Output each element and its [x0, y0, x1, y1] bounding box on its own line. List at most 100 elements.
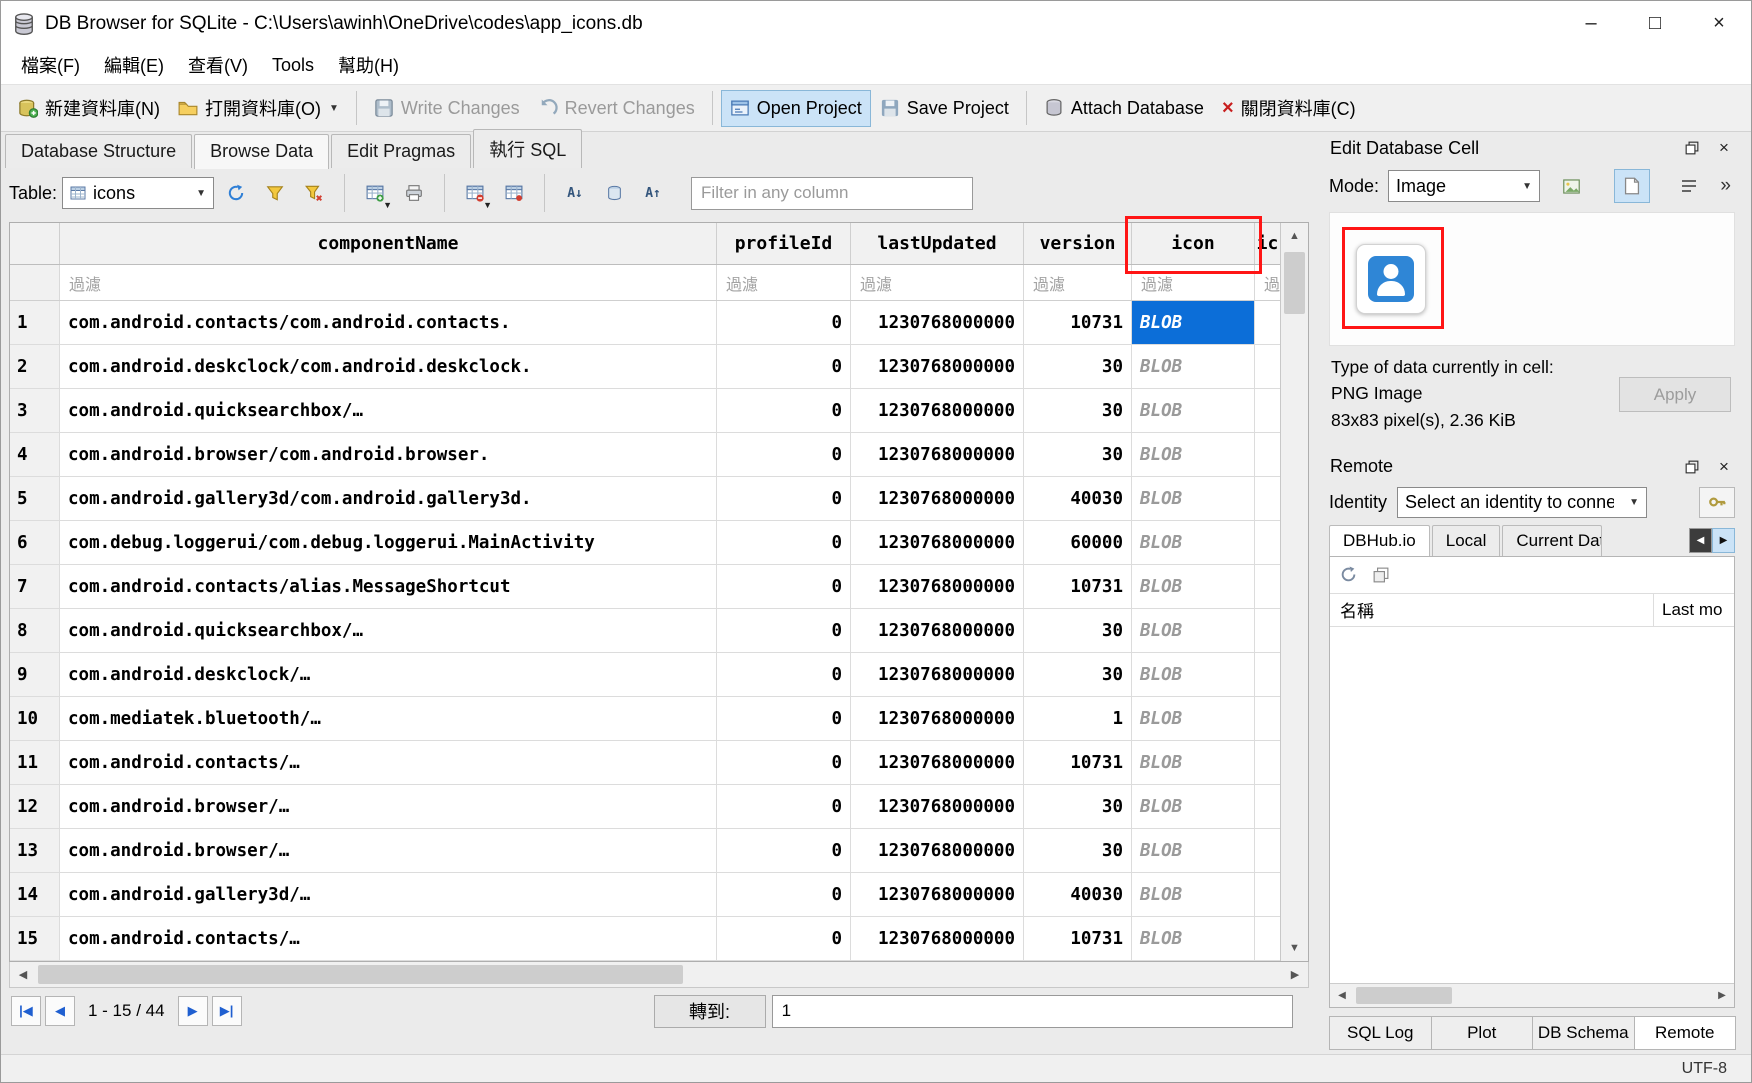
delete-record-caret-icon[interactable]: ▼ [483, 200, 492, 210]
insert-record-caret-icon[interactable]: ▼ [383, 200, 392, 210]
profileId-cell[interactable]: 0 [717, 301, 851, 344]
icon-cell[interactable]: BLOB [1132, 653, 1255, 696]
duplicate-record-button[interactable] [497, 176, 531, 210]
overflow-cell[interactable] [1255, 345, 1280, 388]
row-number-cell[interactable]: 10 [10, 697, 60, 740]
row-number-cell[interactable]: 2 [10, 345, 60, 388]
profileId-cell[interactable]: 0 [717, 389, 851, 432]
column-header-version[interactable]: version [1024, 223, 1132, 264]
menu-edit[interactable]: 編輯(E) [92, 47, 176, 83]
filter-profileId[interactable]: 過濾 [717, 265, 851, 300]
row-number-cell[interactable]: 5 [10, 477, 60, 520]
open-database-dropdown-icon[interactable]: ▼ [329, 103, 339, 114]
tab-execute-sql[interactable]: 執行 SQL [473, 129, 582, 168]
lastUpdated-cell[interactable]: 1230768000000 [851, 873, 1024, 916]
next-page-button[interactable]: ▶ [178, 996, 208, 1026]
componentName-cell[interactable]: com.android.browser/… [60, 785, 717, 828]
row-number-cell[interactable]: 14 [10, 873, 60, 916]
insert-record-button[interactable]: ▼ [358, 176, 392, 210]
row-number-cell[interactable]: 3 [10, 389, 60, 432]
scroll-up-icon[interactable]: ▲ [1281, 223, 1308, 249]
clear-filter-button[interactable] [297, 176, 331, 210]
row-number-cell[interactable]: 6 [10, 521, 60, 564]
maximize-button[interactable]: □ [1623, 1, 1687, 46]
componentName-cell[interactable]: com.android.contacts/alias.MessageShortc… [60, 565, 717, 608]
remote-column-name[interactable]: 名稱 [1330, 594, 1654, 626]
profileId-cell[interactable]: 0 [717, 873, 851, 916]
componentName-cell[interactable]: com.android.contacts/… [60, 917, 717, 960]
overflow-cell[interactable] [1255, 565, 1280, 608]
componentName-cell[interactable]: com.android.deskclock/com.android.deskcl… [60, 345, 717, 388]
delete-record-button[interactable]: ▼ [458, 176, 492, 210]
componentName-cell[interactable]: com.android.browser/com.android.browser. [60, 433, 717, 476]
new-database-button[interactable]: 新建資料庫(N) [9, 87, 169, 129]
row-number-cell[interactable]: 4 [10, 433, 60, 476]
profileId-cell[interactable]: 0 [717, 697, 851, 740]
cell-image-preview[interactable] [1356, 244, 1426, 314]
icon-cell[interactable]: BLOB [1132, 389, 1255, 432]
overflow-cell[interactable] [1255, 609, 1280, 652]
overflow-cell[interactable] [1255, 389, 1280, 432]
version-cell[interactable]: 30 [1024, 785, 1132, 828]
horizontal-scrollbar[interactable]: ◀ ▶ [9, 962, 1309, 988]
tab-scroll-right-icon[interactable]: ▶ [1712, 528, 1735, 553]
overflow-cell[interactable] [1255, 301, 1280, 344]
remote-scroll-left-icon[interactable]: ◀ [1330, 984, 1354, 1007]
overflow-cell[interactable] [1255, 697, 1280, 740]
tab-database-structure[interactable]: Database Structure [5, 134, 192, 168]
close-panel-icon[interactable]: × [1714, 138, 1734, 158]
componentName-cell[interactable]: com.debug.loggerui/com.debug.loggerui.Ma… [60, 521, 717, 564]
scroll-down-icon[interactable]: ▼ [1281, 935, 1308, 961]
word-wrap-button[interactable] [1671, 169, 1707, 203]
icon-cell[interactable]: BLOB [1132, 609, 1255, 652]
icon-cell[interactable]: BLOB [1132, 565, 1255, 608]
profileId-cell[interactable]: 0 [717, 829, 851, 872]
tab-local[interactable]: Local [1432, 525, 1501, 556]
componentName-cell[interactable]: com.android.gallery3d/… [60, 873, 717, 916]
overflow-cell[interactable] [1255, 917, 1280, 960]
row-number-cell[interactable]: 1 [10, 301, 60, 344]
version-cell[interactable]: 30 [1024, 609, 1132, 652]
version-cell[interactable]: 30 [1024, 433, 1132, 476]
profileId-cell[interactable]: 0 [717, 345, 851, 388]
mode-selector[interactable]: Image ▼ [1388, 170, 1540, 202]
write-changes-button[interactable]: Write Changes [365, 90, 529, 127]
tab-dbhub[interactable]: DBHub.io [1329, 525, 1430, 556]
profileId-cell[interactable]: 0 [717, 785, 851, 828]
lastUpdated-cell[interactable]: 1230768000000 [851, 345, 1024, 388]
horizontal-scroll-thumb[interactable] [38, 965, 683, 984]
lastUpdated-cell[interactable]: 1230768000000 [851, 785, 1024, 828]
version-cell[interactable]: 10731 [1024, 565, 1132, 608]
refresh-button[interactable] [219, 176, 253, 210]
version-cell[interactable]: 40030 [1024, 477, 1132, 520]
lastUpdated-cell[interactable]: 1230768000000 [851, 829, 1024, 872]
overflow-cell[interactable] [1255, 653, 1280, 696]
componentName-cell[interactable]: com.android.quicksearchbox/… [60, 609, 717, 652]
last-page-button[interactable]: ▶| [212, 996, 242, 1026]
float-panel-icon[interactable] [1682, 457, 1702, 477]
componentName-cell[interactable]: com.android.contacts/com.android.contact… [60, 301, 717, 344]
overflow-cell[interactable] [1255, 785, 1280, 828]
vertical-scrollbar[interactable]: ▲ ▼ [1280, 223, 1308, 961]
icon-cell[interactable]: BLOB [1132, 345, 1255, 388]
version-cell[interactable]: 60000 [1024, 521, 1132, 564]
remote-column-last-modified[interactable]: Last mo [1654, 600, 1734, 620]
overflow-cell[interactable] [1255, 873, 1280, 916]
icon-cell[interactable]: BLOB [1132, 521, 1255, 564]
version-cell[interactable]: 10731 [1024, 917, 1132, 960]
menu-file[interactable]: 檔案(F) [9, 47, 92, 83]
row-number-cell[interactable]: 15 [10, 917, 60, 960]
version-cell[interactable]: 10731 [1024, 301, 1132, 344]
sort-ascending-button[interactable]: A↓ [558, 176, 592, 210]
overflow-cell[interactable] [1255, 477, 1280, 520]
row-number-cell[interactable]: 11 [10, 741, 60, 784]
minimize-button[interactable]: – [1559, 1, 1623, 46]
version-cell[interactable]: 1 [1024, 697, 1132, 740]
version-cell[interactable]: 30 [1024, 653, 1132, 696]
scroll-left-icon[interactable]: ◀ [10, 962, 36, 987]
goto-button[interactable]: 轉到: [654, 995, 766, 1028]
open-database-button[interactable]: 打開資料庫(O) ▼ [169, 87, 348, 129]
menu-help[interactable]: 幫助(H) [326, 47, 411, 83]
icon-cell[interactable]: BLOB [1132, 785, 1255, 828]
text-mode-button[interactable] [1614, 169, 1650, 203]
